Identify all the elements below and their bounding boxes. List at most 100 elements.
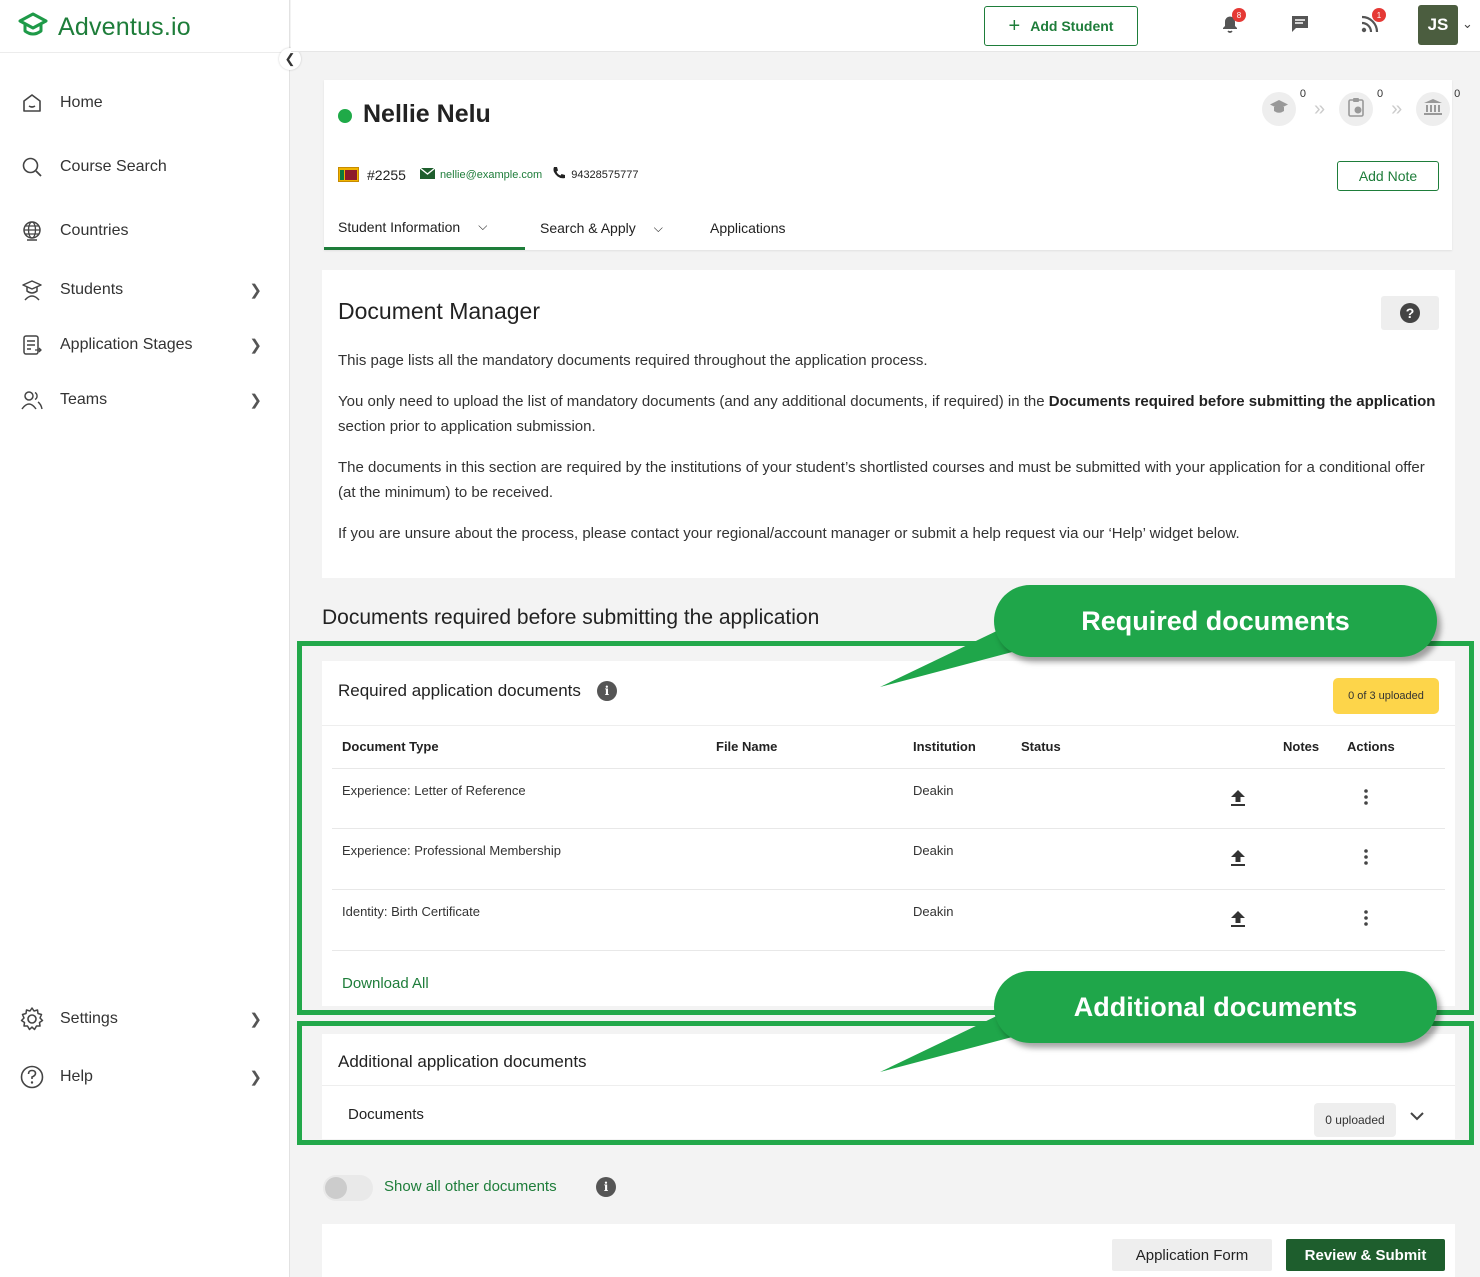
required-documents-callout: Required documents — [994, 585, 1437, 657]
student-email[interactable]: nellie@example.com — [440, 169, 542, 181]
chevron-down-icon[interactable] — [1410, 1108, 1424, 1124]
sidebar-item-countries[interactable]: Countries — [18, 211, 268, 251]
download-all-link[interactable]: Download All — [342, 975, 429, 992]
upload-icon[interactable] — [1230, 789, 1246, 812]
student-name: Nellie Nelu — [363, 100, 491, 128]
document-icon — [18, 331, 46, 359]
toggle-knob — [325, 1177, 347, 1199]
notification-badge: 8 — [1232, 8, 1246, 22]
chevron-right-icon: ❯ — [249, 1011, 262, 1028]
application-progress: 0 » 0 » 0 — [1262, 88, 1460, 126]
table-row: Identity: Birth Certificate Deakin — [332, 890, 1445, 951]
divider — [322, 1085, 1455, 1086]
application-form-button[interactable]: Application Form — [1112, 1239, 1272, 1271]
double-chevron-icon: » — [1314, 97, 1326, 120]
team-icon — [18, 386, 46, 414]
gear-icon — [18, 1005, 46, 1033]
tab-student-information[interactable]: Student Information ⌵ — [324, 206, 525, 250]
clipboard-icon — [1347, 97, 1365, 122]
feed-badge: 1 — [1372, 8, 1386, 22]
chevron-down-icon: ⌵ — [653, 220, 663, 235]
tab-search-apply[interactable]: Search & Apply ⌵ — [540, 206, 663, 250]
tab-applications[interactable]: Applications — [710, 206, 786, 250]
sidebar: Adventus.io Home Course Search Countries… — [0, 0, 290, 1277]
tab-label: Search & Apply — [540, 220, 636, 236]
divider — [0, 52, 290, 53]
chevron-left-icon: ❮ — [284, 51, 296, 66]
search-icon — [18, 153, 46, 181]
sidebar-item-course-search[interactable]: Course Search — [18, 147, 268, 187]
tab-label: Student Information — [338, 218, 461, 235]
brand-name: Adventus.io — [58, 12, 191, 41]
student-meta: #2255 nellie@example.com 94328575777 — [338, 166, 639, 183]
chevron-right-icon: ❯ — [249, 282, 262, 299]
add-student-button[interactable]: + Add Student — [984, 6, 1138, 46]
chevron-down-icon[interactable]: ⌄ — [1462, 16, 1473, 32]
student-icon — [18, 276, 46, 304]
documents-group-label[interactable]: Documents — [348, 1106, 424, 1123]
instructions-paragraph: You only need to upload the list of mand… — [338, 393, 1436, 435]
column-header: Institution — [913, 739, 976, 754]
progress-step-application[interactable]: 0 — [1339, 88, 1383, 126]
footer-actions: Application Form Review & Submit — [322, 1224, 1455, 1277]
upload-icon[interactable] — [1230, 910, 1246, 933]
chevron-down-icon: ⌵ — [478, 219, 488, 233]
chevron-right-icon: ❯ — [249, 1069, 262, 1086]
help-button[interactable]: ? — [1381, 296, 1439, 330]
sidebar-item-label: Settings — [60, 1010, 118, 1027]
info-icon[interactable]: i — [596, 1177, 616, 1197]
sidebar-item-help[interactable]: Help ❯ — [18, 1057, 268, 1097]
plus-icon: + — [1008, 14, 1021, 37]
help-icon — [18, 1063, 46, 1091]
institution: Deakin — [913, 843, 954, 858]
feed-button[interactable]: 1 — [1354, 8, 1386, 42]
student-phone: 94328575777 — [571, 168, 639, 181]
additional-documents-callout: Additional documents — [994, 971, 1437, 1043]
document-type: Identity: Birth Certificate — [342, 904, 480, 919]
sidebar-item-teams[interactable]: Teams ❯ — [18, 380, 268, 420]
more-vertical-icon[interactable] — [1364, 910, 1368, 931]
divider — [322, 725, 1455, 726]
messages-button[interactable] — [1284, 10, 1316, 42]
progress-step-institution[interactable]: 0 — [1416, 88, 1460, 126]
tab-label: Applications — [710, 220, 786, 236]
sidebar-item-label: Countries — [60, 222, 129, 239]
progress-step-study[interactable]: 0 — [1262, 88, 1306, 126]
sidebar-item-students[interactable]: Students ❯ — [18, 270, 268, 310]
phone-icon — [552, 166, 566, 183]
notifications-button[interactable]: 8 — [1214, 8, 1246, 42]
requirements-paragraph: The documents in this section are requir… — [338, 459, 1425, 501]
additional-documents-title: Additional application documents — [338, 1052, 587, 1071]
progress-count: 0 — [1454, 88, 1461, 100]
sidebar-item-settings[interactable]: Settings ❯ — [18, 999, 268, 1039]
column-header: Notes — [1283, 739, 1320, 754]
uploaded-count-badge: 0 of 3 uploaded — [1333, 678, 1439, 714]
email-icon — [419, 167, 436, 182]
document-type: Experience: Letter of Reference — [342, 783, 526, 798]
sidebar-item-label: Home — [60, 94, 103, 111]
add-note-button[interactable]: Add Note — [1337, 161, 1439, 191]
column-header: Actions — [1347, 739, 1395, 754]
upload-icon[interactable] — [1230, 849, 1246, 872]
show-other-documents-toggle[interactable] — [323, 1175, 373, 1201]
toggle-label[interactable]: Show all other documents — [384, 1178, 557, 1195]
user-avatar[interactable]: JS — [1418, 5, 1458, 45]
document-type: Experience: Professional Membership — [342, 843, 561, 858]
brand-logo[interactable]: Adventus.io — [18, 10, 191, 44]
double-chevron-icon: » — [1391, 97, 1403, 120]
institution: Deakin — [913, 904, 954, 919]
column-header: Document Type — [342, 739, 439, 754]
more-vertical-icon[interactable] — [1364, 789, 1368, 810]
info-icon[interactable]: i — [596, 681, 617, 701]
chevron-right-icon: ❯ — [249, 337, 262, 354]
institution-icon — [1423, 98, 1443, 121]
sidebar-item-label: Teams — [60, 391, 108, 408]
required-documents-title: Required application documents i — [338, 681, 617, 701]
sidebar-item-label: Course Search — [60, 158, 167, 175]
document-manager-card: Document Manager ? This page lists all t… — [322, 270, 1455, 578]
sidebar-item-application-stages[interactable]: Application Stages ❯ — [18, 325, 268, 365]
home-icon — [18, 89, 46, 117]
sidebar-item-home[interactable]: Home — [18, 83, 268, 123]
review-submit-button[interactable]: Review & Submit — [1286, 1239, 1445, 1271]
more-vertical-icon[interactable] — [1364, 849, 1368, 870]
